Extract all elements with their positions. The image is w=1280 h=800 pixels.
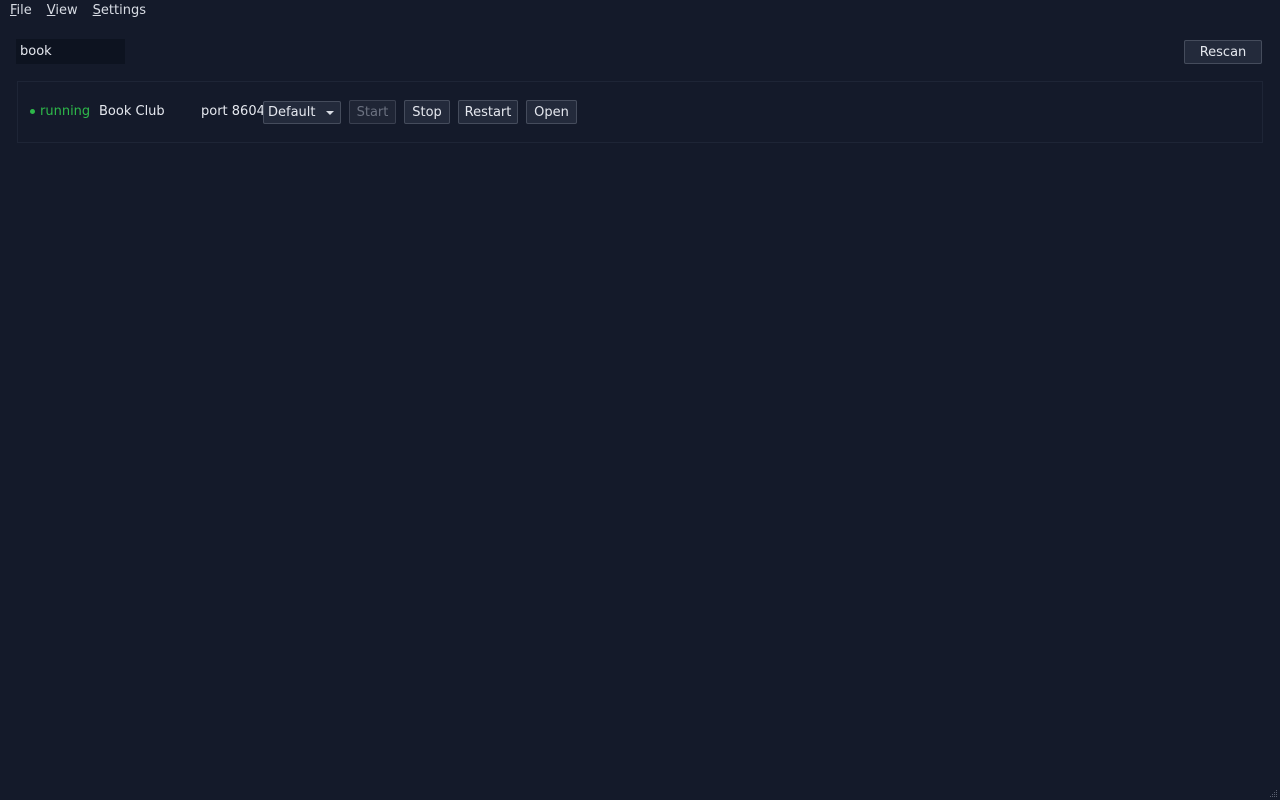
menu-view[interactable]: View <box>47 0 78 22</box>
status-indicator: running <box>30 104 90 119</box>
search-input[interactable] <box>16 39 125 64</box>
project-name: Book Club <box>99 104 165 119</box>
profile-select-value: Default <box>268 105 316 120</box>
status-label: running <box>40 104 91 119</box>
status-dot-icon <box>30 109 35 114</box>
menu-bar: File View Settings <box>0 0 1280 22</box>
profile-select[interactable]: Default <box>263 101 341 124</box>
menu-file[interactable]: File <box>10 0 32 22</box>
port-label: port 8604 <box>201 104 265 119</box>
menu-settings[interactable]: Settings <box>93 0 146 22</box>
chevron-down-icon <box>326 111 334 115</box>
open-button[interactable]: Open <box>526 100 577 124</box>
resize-grip-icon[interactable] <box>1268 788 1278 798</box>
app-window: File View Settings Rescan running Book C… <box>0 0 1280 800</box>
stop-button[interactable]: Stop <box>404 100 450 124</box>
restart-button[interactable]: Restart <box>458 100 518 124</box>
rescan-button[interactable]: Rescan <box>1184 40 1262 64</box>
start-button[interactable]: Start <box>349 100 396 124</box>
